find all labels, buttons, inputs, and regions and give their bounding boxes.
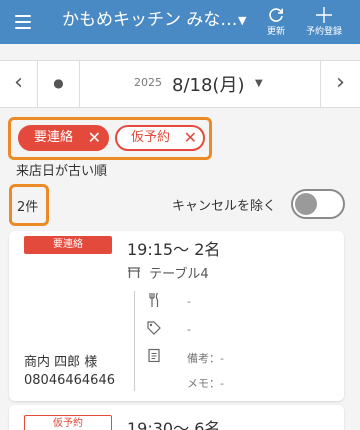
refresh-icon [261,3,291,25]
chevron-down-icon[interactable]: ▼ [238,14,246,27]
next-day-button[interactable]: › [320,61,360,107]
time-value: 19:30～ [127,419,190,430]
add-reservation-label: 予約登録 [305,27,342,37]
clipboard-icon [146,348,162,366]
party-size: 2名 [194,240,221,259]
reservation-table: テーブル4 [127,263,209,282]
chevron-down-icon[interactable]: ▼ [255,78,263,89]
date-bar: ‹ ● 2025 8/18(月) ▼ › [0,60,360,108]
close-icon[interactable]: ✕ [88,127,101,149]
hamburger-icon[interactable] [12,12,34,32]
filter-chip-label: 仮予約 [131,130,171,145]
prev-day-button[interactable]: ‹ [0,61,38,107]
reservation-card[interactable]: 仮予約 19:30～ 6名 [9,405,344,430]
status-badge: 要連絡 [24,236,112,254]
update-button[interactable]: 更新 [261,3,291,38]
plus-icon [301,3,347,25]
table-icon [127,266,145,282]
guest-phone[interactable]: 08046464646 [24,373,115,388]
update-label: 更新 [266,27,285,37]
memo-value: メモ：- [187,377,224,390]
filter-chips: 要連絡 ✕ 仮予約 ✕ [8,117,212,160]
table-name: テーブル4 [149,267,209,282]
time-value: 19:15～ [127,240,190,259]
tag-icon [146,321,162,339]
guest-name: 商内 四郎 様 [24,355,98,370]
exclude-cancel-toggle[interactable] [291,189,345,219]
today-button[interactable]: ● [38,61,80,107]
toggle-knob [295,193,317,215]
filter-chip-label: 要連絡 [34,130,74,145]
party-size: 6名 [194,419,221,430]
reservation-time: 19:15～ 2名 [127,236,220,260]
course-value: - [187,295,191,308]
add-reservation-button[interactable]: 予約登録 [301,3,347,38]
filter-chip-tentative[interactable]: 仮予約 ✕ [115,125,205,151]
tag-value: - [187,323,191,336]
reservation-card[interactable]: 要連絡 19:15～ 2名 テーブル4 - - 備考：- メモ：- 商内 四郎 … [9,231,344,401]
detail-divider [134,291,135,391]
remarks-value: 備考：- [187,352,224,365]
cutlery-icon [146,292,162,311]
result-count-box: 2件 [9,184,49,226]
close-icon[interactable]: ✕ [184,127,197,149]
store-name[interactable]: かもめキッチン みな… [62,8,237,32]
date-picker[interactable]: 8/18(月) [172,71,244,97]
result-count: 2件 [17,200,39,215]
exclude-cancel-label: キャンセルを除く [172,199,277,214]
status-badge: 仮予約 [24,415,112,430]
filter-chip-contact[interactable]: 要連絡 ✕ [18,125,109,151]
sort-order[interactable]: 来店日が古い順 [16,160,107,179]
reservation-time: 19:30～ 6名 [127,415,220,430]
app-header: かもめキッチン みな… ▼ 更新 予約登録 [0,0,360,44]
date-year: 2025 [134,76,162,89]
